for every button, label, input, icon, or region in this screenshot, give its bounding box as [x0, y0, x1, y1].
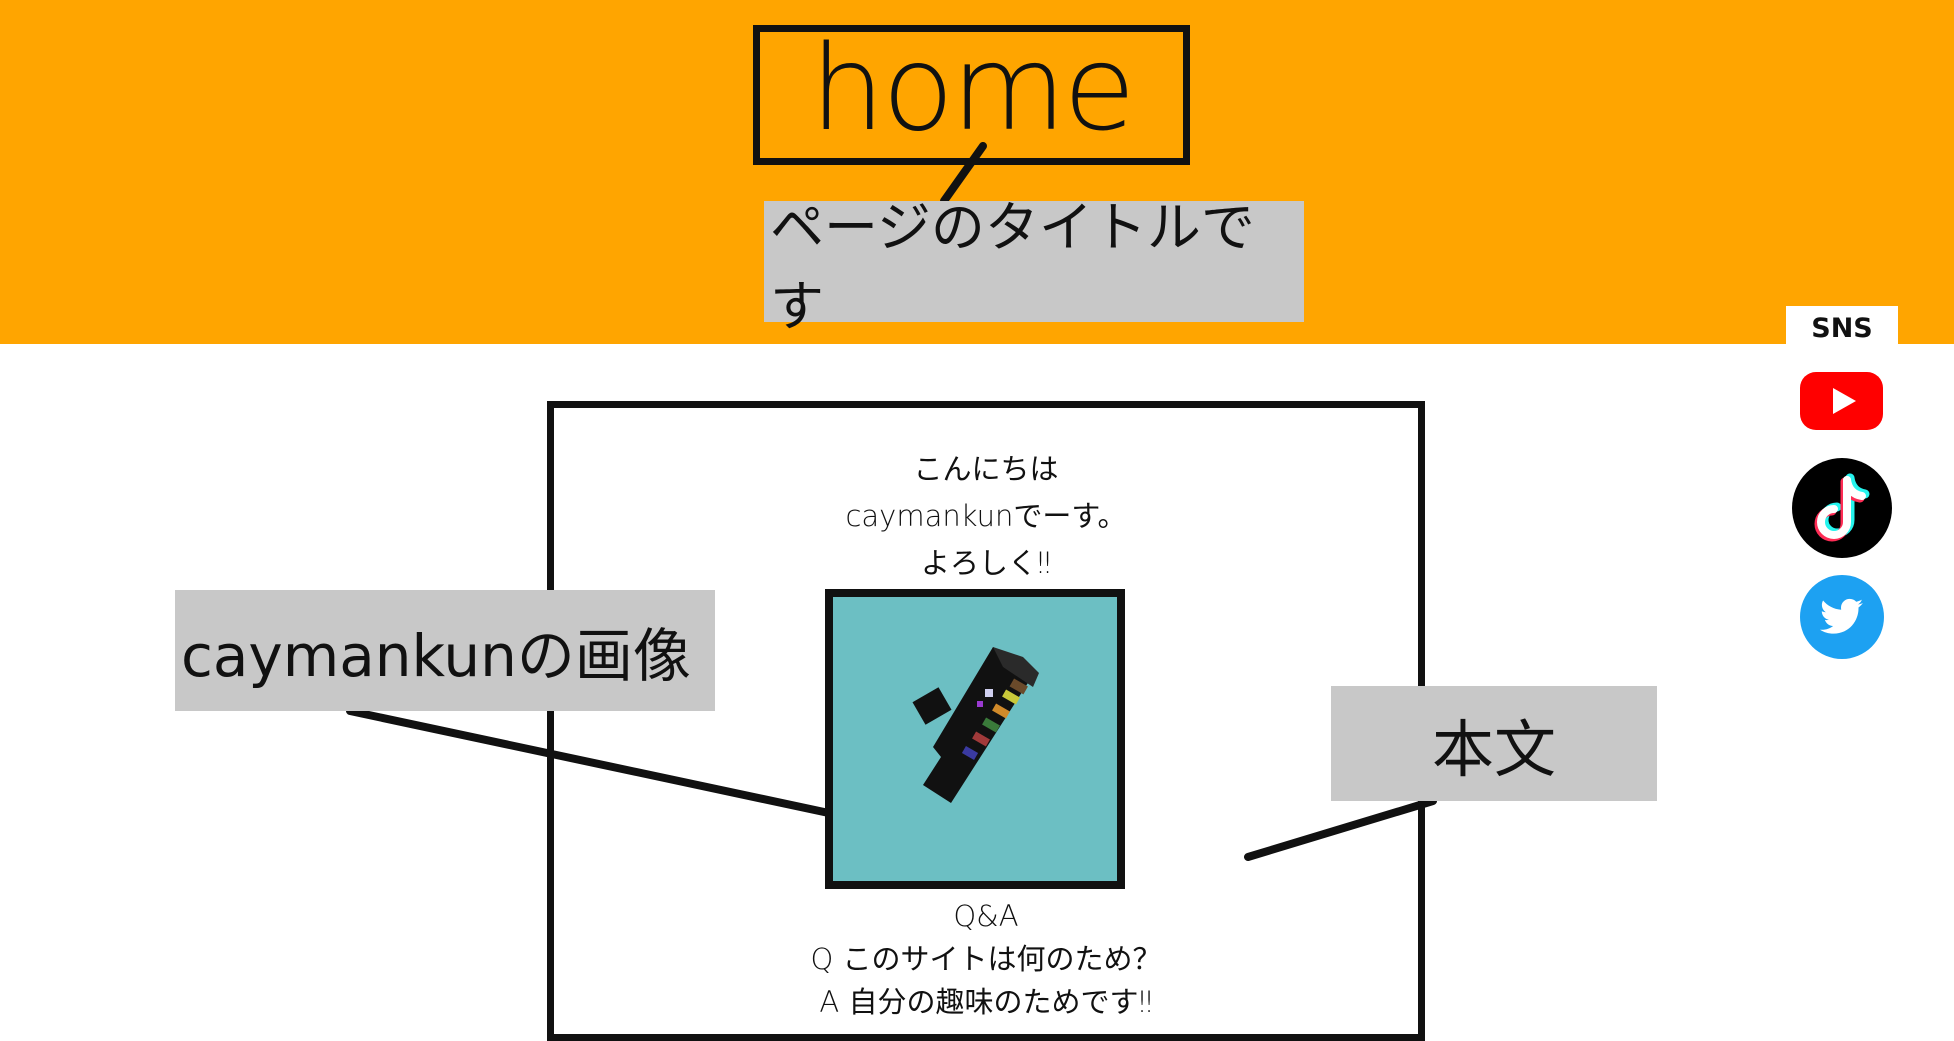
greeting-line: caymankunでーす。 [845, 499, 1127, 533]
twitter-icon[interactable] [1800, 575, 1884, 663]
avatar-callout-text: caymankunの画像 [181, 621, 691, 690]
avatar-callout: caymankunの画像 [175, 590, 715, 711]
title-callout: ページのタイトルです [764, 196, 1304, 338]
avatar-figure [912, 647, 1039, 803]
qa-text: Q&A Q このサイトは何のため？ A 自分の趣味のためです‼ [547, 895, 1425, 1024]
sns-label: SNS [1786, 306, 1898, 348]
qa-heading: Q&A [953, 899, 1019, 933]
body-callout: 本文 [1331, 686, 1657, 801]
qa-question: Q このサイトは何のため？ [810, 942, 1162, 976]
home-link[interactable]: home [753, 25, 1190, 165]
qa-answer: A 自分の趣味のためです‼ [819, 985, 1153, 1019]
youtube-icon[interactable] [1800, 372, 1883, 434]
greeting-line: よろしく‼ [920, 546, 1052, 580]
greeting-text: こんにちは caymankunでーす。 よろしく‼ [547, 446, 1425, 587]
body-callout-text: 本文 [1431, 712, 1556, 786]
home-label: home [810, 19, 1136, 157]
tiktok-icon[interactable] [1792, 458, 1892, 562]
caymankun-avatar [825, 589, 1125, 889]
greeting-line: こんにちは [913, 452, 1059, 486]
title-callout-text: ページのタイトルです [770, 195, 1255, 338]
